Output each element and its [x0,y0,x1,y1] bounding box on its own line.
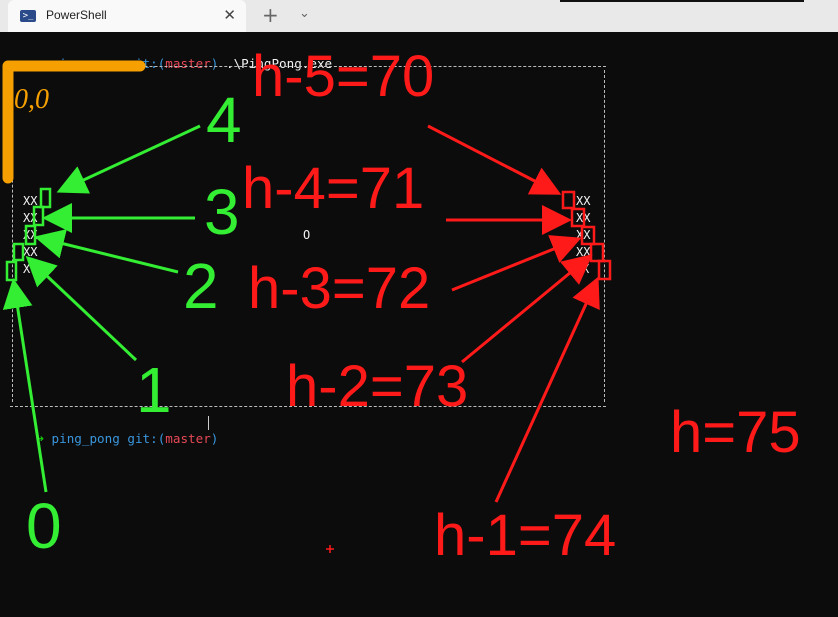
origin-label: 0,0 [14,84,49,115]
green-arrow-4 [56,124,201,194]
red-arrow-73 [461,254,593,364]
red-label-74: h-1=74 [434,503,617,568]
green-label-0: 0 [26,490,62,562]
green-label-1: 1 [136,354,172,426]
red-label-73: h-2=73 [286,354,469,419]
green-arrow-2 [34,229,179,274]
green-label-2: 2 [183,250,219,322]
green-arrow-1 [25,255,138,362]
height-label: h=75 [670,400,801,465]
green-arrow-0 [2,278,48,493]
red-label-72: h-3=72 [248,256,431,321]
green-label-4: 4 [206,84,242,156]
green-label-3: 3 [204,176,240,248]
origin-corner-mark [2,60,146,184]
right-cell-boxes [561,190,612,281]
red-label-71: h-4=71 [242,156,425,221]
red-label-70: h-5=70 [252,44,435,109]
red-plus-mark [326,545,334,553]
red-arrow-74 [494,276,600,503]
left-cell-boxes [5,187,52,282]
red-arrow-70 [427,124,562,195]
